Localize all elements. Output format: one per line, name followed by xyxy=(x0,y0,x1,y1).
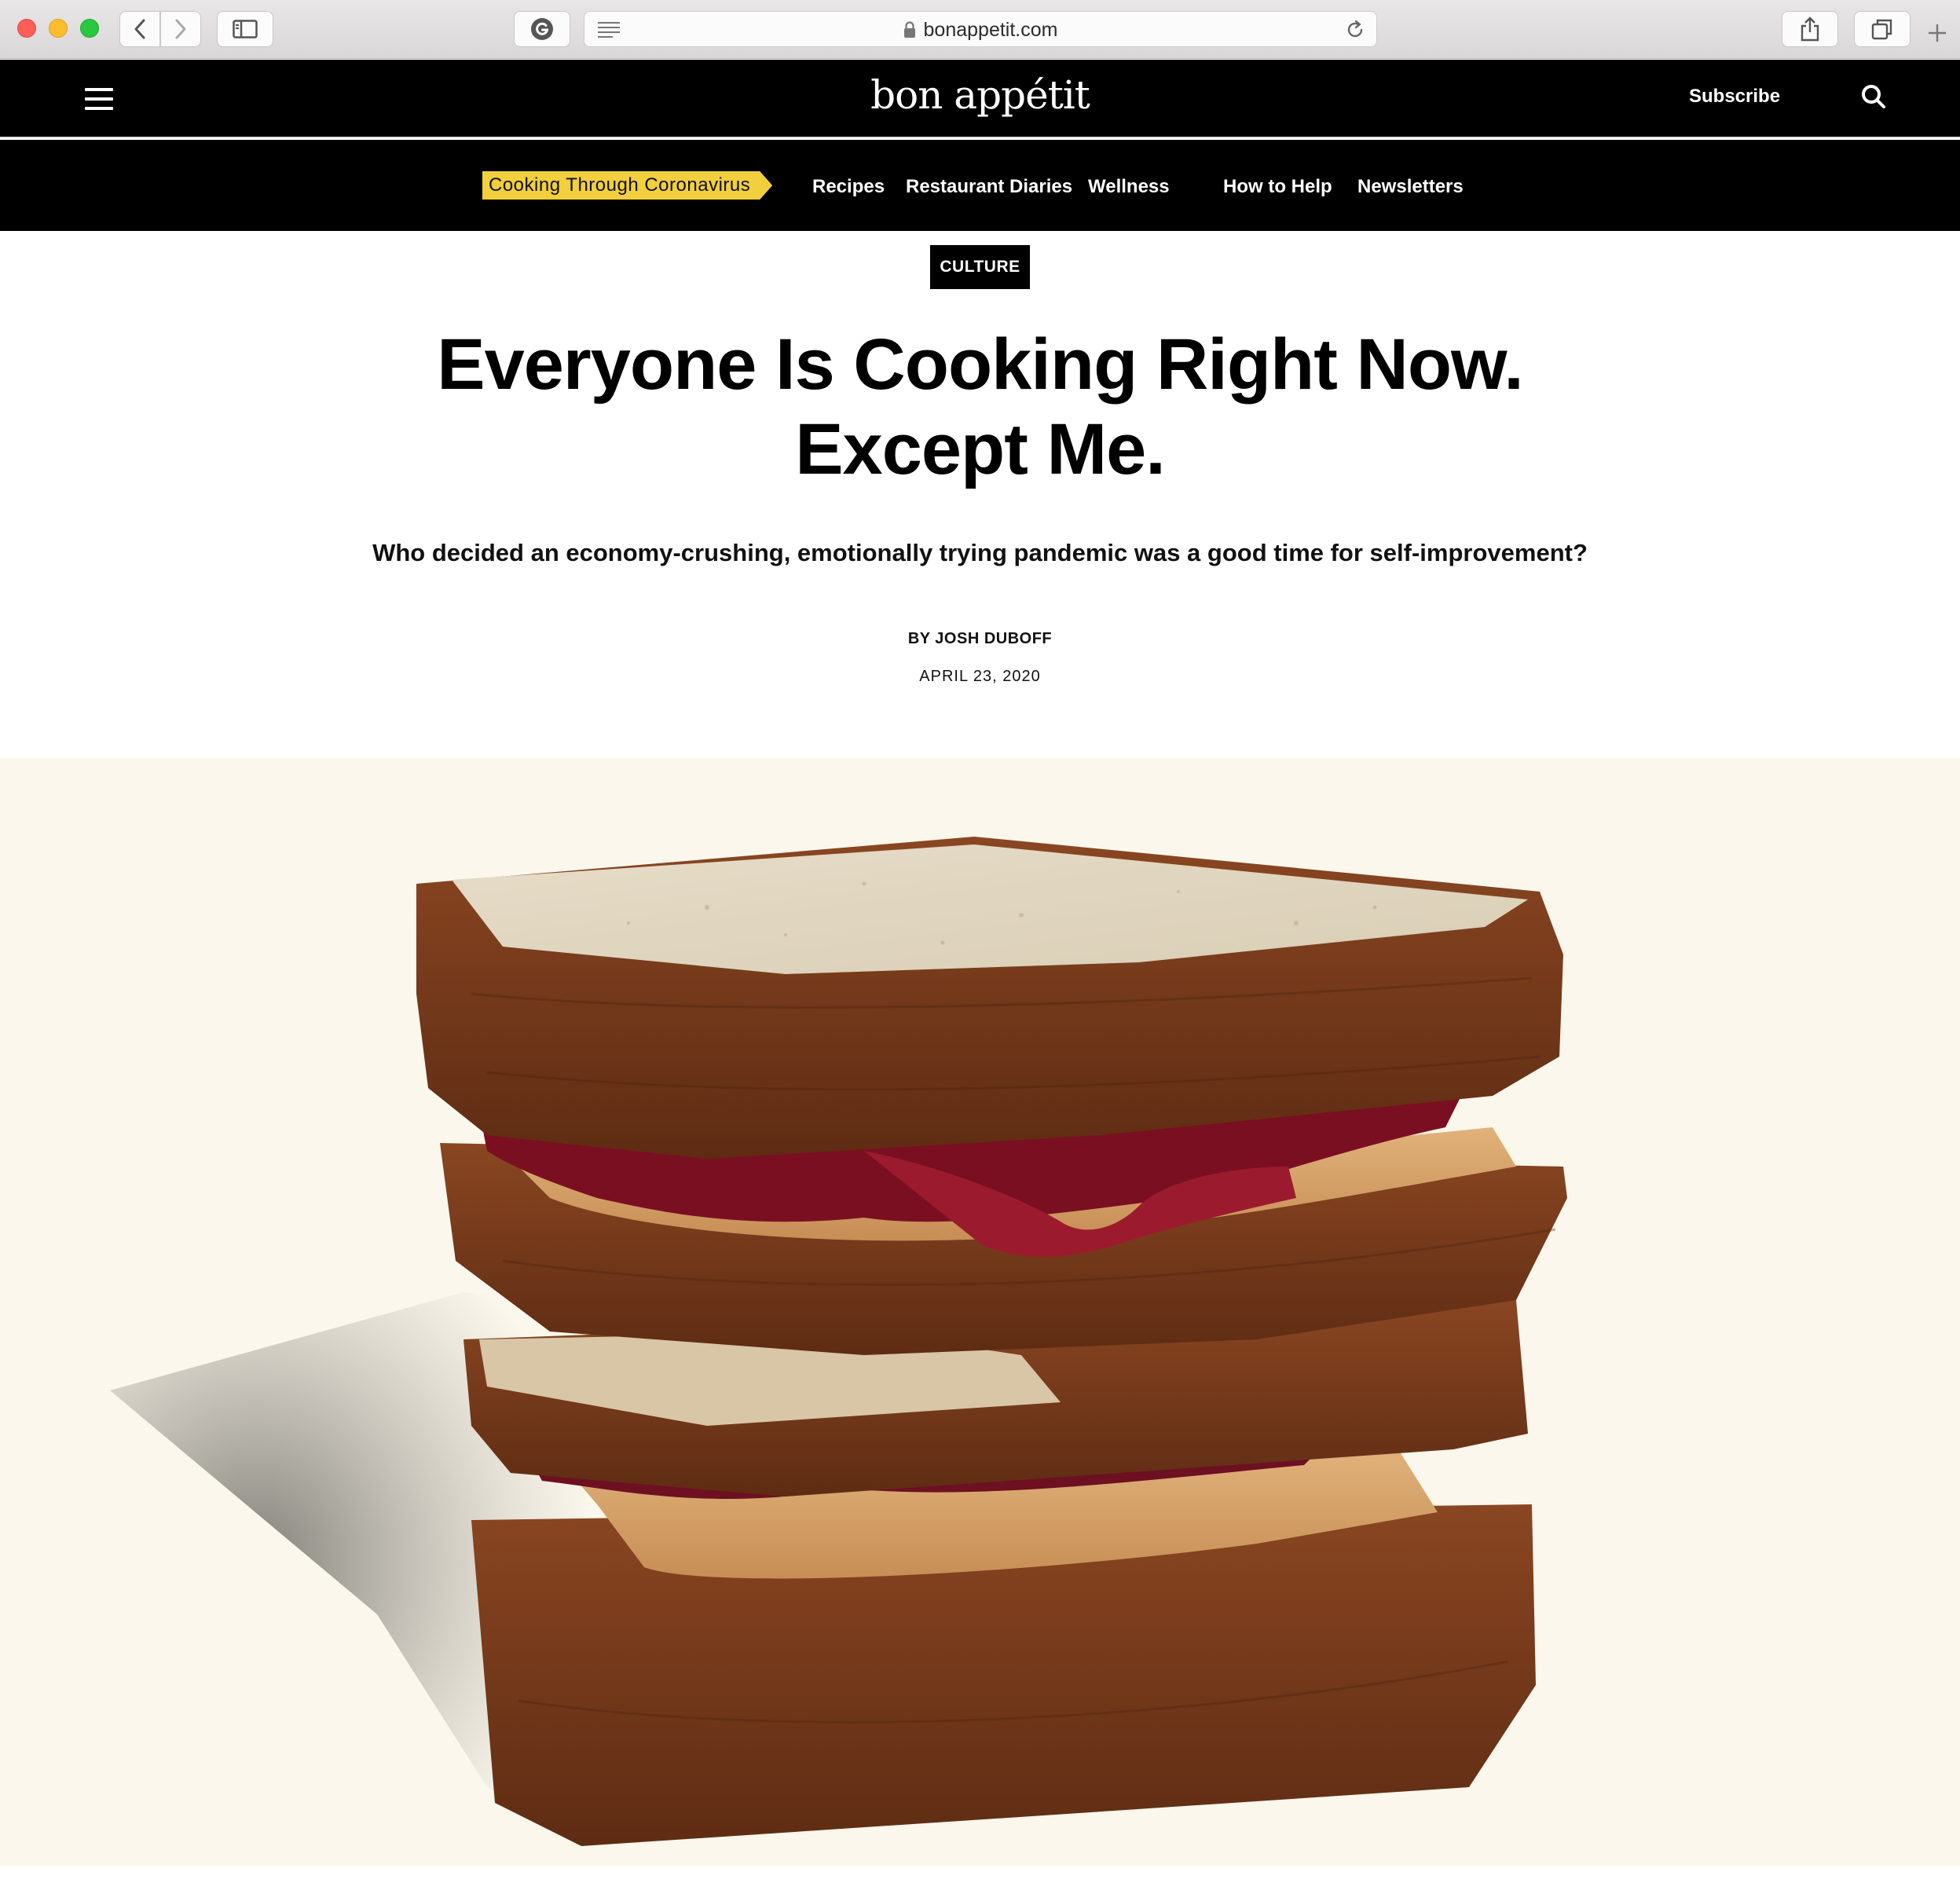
new-tab-button[interactable] xyxy=(1926,22,1955,50)
forward-button[interactable] xyxy=(160,11,201,47)
search-button[interactable] xyxy=(1860,83,1887,114)
site-header: bon appétit Subscribe xyxy=(0,60,1960,138)
headline-line-1: Everyone Is Cooking Right Now. xyxy=(437,324,1524,405)
hero-image xyxy=(0,758,1960,1866)
search-icon xyxy=(1862,85,1885,108)
nav-item-cooking-through-coronavirus[interactable]: Cooking Through Coronavirus xyxy=(482,171,772,200)
tabs-icon xyxy=(1871,19,1892,40)
article-byline[interactable]: BY JOSH DUBOFF xyxy=(0,630,1960,648)
primary-nav: Cooking Through Coronavirus Recipes Rest… xyxy=(0,140,1960,231)
grammarly-icon xyxy=(531,18,553,40)
close-window-button[interactable] xyxy=(17,19,36,38)
sidebar-button[interactable] xyxy=(217,11,273,47)
lock-icon xyxy=(903,21,915,38)
sandwich-illustration xyxy=(110,837,1567,1846)
browser-toolbar: bonappetit.com xyxy=(0,0,1960,59)
url-display: bonappetit.com xyxy=(584,12,1376,48)
category-tag[interactable]: CULTURE xyxy=(930,245,1030,289)
headline-line-2: Except Me. xyxy=(795,409,1166,489)
subscribe-link[interactable]: Subscribe xyxy=(1689,86,1780,108)
nav-item-wellness[interactable]: Wellness xyxy=(1088,176,1170,198)
share-button[interactable] xyxy=(1782,11,1838,47)
nav-item-recipes[interactable]: Recipes xyxy=(812,176,885,198)
zoom-window-button[interactable] xyxy=(80,19,99,38)
article-headline: Everyone Is Cooking Right Now. Except Me… xyxy=(314,322,1646,492)
article-dek: Who decided an economy-crushing, emotion… xyxy=(372,539,1588,566)
nav-item-restaurant-diaries[interactable]: Restaurant Diaries xyxy=(906,176,1072,198)
plus-icon xyxy=(1929,24,1946,42)
extension-button[interactable] xyxy=(514,11,570,47)
nav-item-how-to-help[interactable]: How to Help xyxy=(1223,176,1332,198)
minimize-window-button[interactable] xyxy=(49,19,68,38)
url-text: bonappetit.com xyxy=(923,18,1058,41)
address-bar[interactable]: bonappetit.com xyxy=(584,11,1377,47)
chevron-right-icon xyxy=(175,19,186,39)
tabs-overview-button[interactable] xyxy=(1854,11,1911,47)
site-logo[interactable]: bon appétit xyxy=(0,72,1960,118)
article-date: APRIL 23, 2020 xyxy=(919,668,1041,685)
reload-icon[interactable] xyxy=(1345,20,1365,40)
chevron-left-icon xyxy=(134,19,145,39)
share-icon xyxy=(1801,16,1819,42)
nav-item-newsletters[interactable]: Newsletters xyxy=(1357,176,1464,198)
sidebar-icon xyxy=(233,20,258,38)
back-button[interactable] xyxy=(119,11,160,47)
